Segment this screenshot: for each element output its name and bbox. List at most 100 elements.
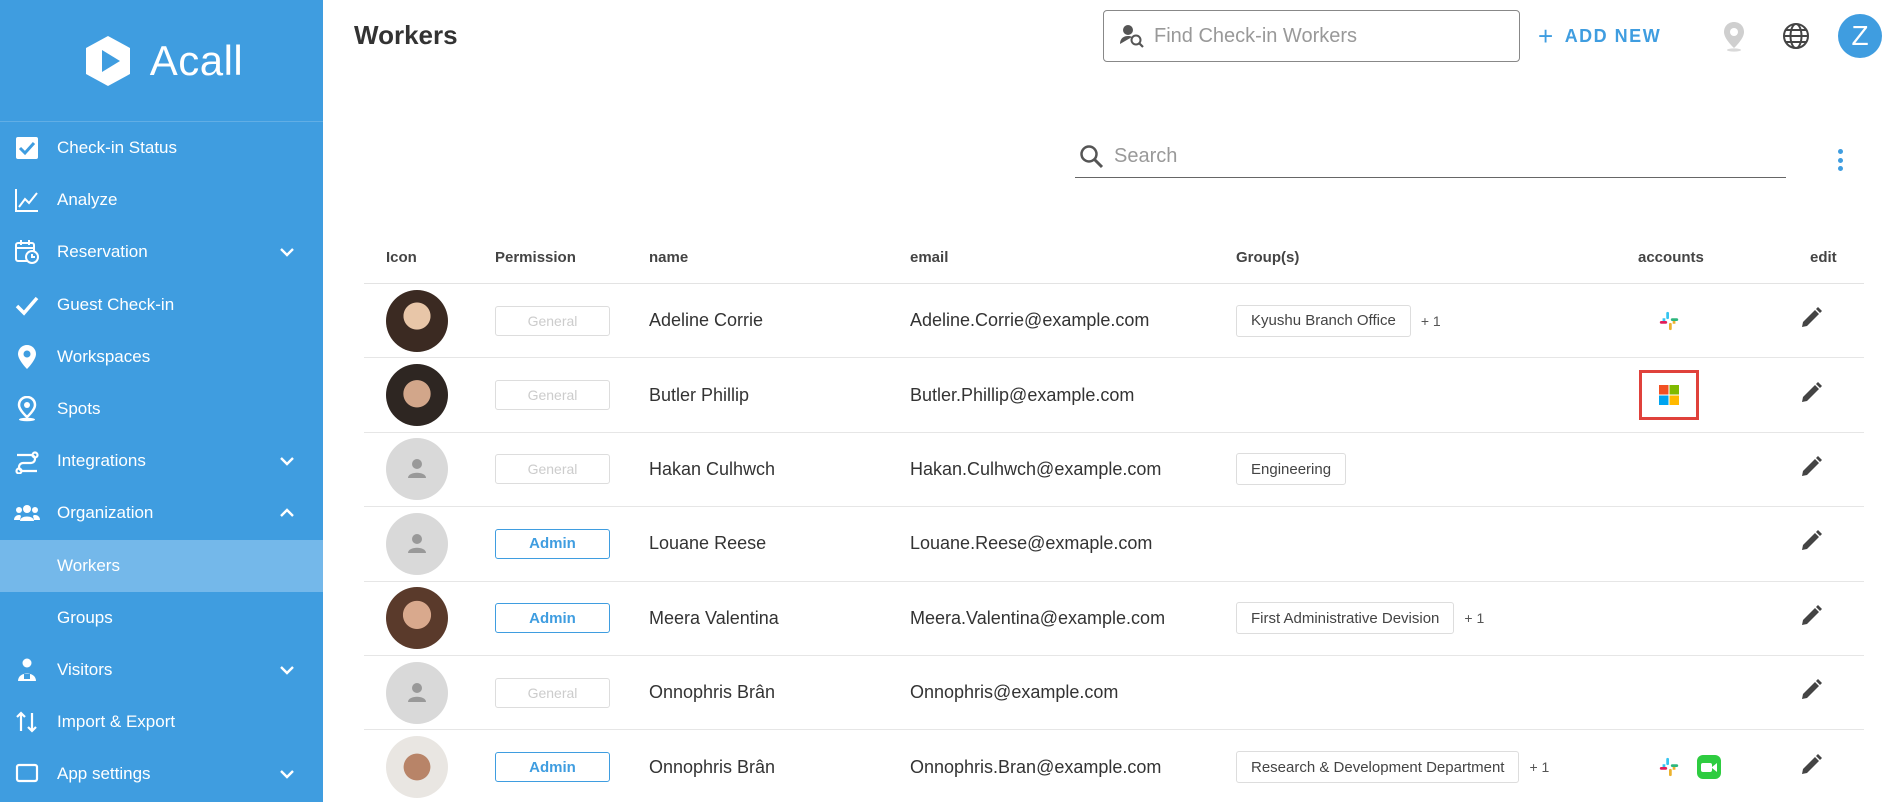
find-workers-input[interactable] bbox=[1154, 24, 1494, 48]
edit-button[interactable] bbox=[1778, 677, 1858, 708]
sidebar-item-app-settings[interactable]: App settings bbox=[0, 748, 323, 800]
group-chip[interactable]: Engineering bbox=[1236, 453, 1347, 486]
worker-name: Louane Reese bbox=[649, 533, 767, 554]
edit-button[interactable] bbox=[1778, 380, 1858, 411]
search-input[interactable] bbox=[1114, 145, 1754, 168]
icon-cell bbox=[364, 289, 493, 352]
find-workers-box[interactable] bbox=[1103, 10, 1520, 62]
group-chip[interactable]: First Administrative Devision bbox=[1236, 602, 1455, 635]
workers-table: Icon Permission name email Group(s) acco… bbox=[364, 232, 1864, 802]
add-new-button[interactable]: + ADD NEW bbox=[1538, 22, 1661, 50]
slack-icon bbox=[1656, 308, 1682, 334]
worker-name: Onnophris Brân bbox=[649, 682, 776, 703]
permission-cell: General bbox=[493, 380, 649, 411]
permission-badge: Admin bbox=[495, 603, 610, 634]
sidebar-item-organization[interactable]: Organization bbox=[0, 487, 323, 539]
worker-name: Butler Phillip bbox=[649, 384, 750, 405]
pencil-icon bbox=[1802, 381, 1822, 402]
table-row[interactable]: General Adeline Corrie Adeline.Corrie@exam… bbox=[364, 284, 1864, 359]
sidebar-item-reservation[interactable]: Reservation bbox=[0, 226, 323, 278]
group-chip[interactable]: Research & Development Department bbox=[1236, 751, 1520, 784]
person-placeholder-icon bbox=[408, 682, 426, 702]
permission-badge: General bbox=[495, 677, 610, 708]
sidebar-item-workers[interactable]: Workers bbox=[0, 539, 323, 592]
more-options-icon[interactable] bbox=[1830, 146, 1850, 174]
sidebar-item-groups[interactable]: Groups bbox=[0, 592, 323, 644]
col-name: name bbox=[649, 249, 689, 266]
sidebar-item-visitors[interactable]: Visitors bbox=[0, 644, 323, 696]
sidebar-item-workspaces[interactable]: Workspaces bbox=[0, 331, 323, 383]
permission-cell: Admin bbox=[493, 603, 649, 634]
sidebar-item-check-in-status[interactable]: Check-in Status bbox=[0, 122, 323, 174]
pencil-icon bbox=[1802, 530, 1822, 551]
worker-email: Adeline.Corrie@example.com bbox=[910, 310, 1150, 331]
icon-cell bbox=[364, 364, 493, 427]
worker-email: Onnophris@example.com bbox=[910, 682, 1119, 703]
sidebar-item-guest-check-in[interactable]: Guest Check-in bbox=[0, 279, 323, 331]
sidebar-nav: Check-in Status Analyze Reservation Guest C… bbox=[0, 122, 323, 800]
avatar bbox=[386, 364, 448, 427]
facetime-icon bbox=[1696, 754, 1722, 780]
app-name: Acall bbox=[149, 36, 244, 84]
page-title: Workers bbox=[354, 20, 458, 50]
visitor-icon bbox=[12, 655, 42, 685]
avatar bbox=[386, 661, 448, 724]
sidebar-item-analyze[interactable]: Analyze bbox=[0, 174, 323, 226]
edit-button[interactable] bbox=[1778, 603, 1858, 634]
add-new-label: ADD NEW bbox=[1564, 25, 1662, 46]
icon-cell bbox=[364, 661, 493, 724]
person-search-icon bbox=[1120, 25, 1144, 48]
worker-email: Hakan.Culhwch@example.com bbox=[910, 458, 1162, 479]
chevron-down-icon bbox=[280, 770, 294, 780]
worker-name: Hakan Culhwch bbox=[649, 458, 776, 479]
integration-icon bbox=[12, 446, 42, 476]
pencil-icon bbox=[1802, 455, 1822, 476]
permission-badge: General bbox=[495, 454, 610, 485]
permission-cell: Admin bbox=[493, 752, 649, 783]
sidebar-item-integrations[interactable]: Integrations bbox=[0, 435, 323, 487]
edit-button[interactable] bbox=[1778, 528, 1858, 559]
sidebar-item-label: Integrations bbox=[57, 451, 146, 471]
chevron-down-icon bbox=[280, 666, 294, 675]
acall-logo-icon bbox=[85, 35, 130, 86]
location-pin-icon bbox=[12, 342, 42, 372]
table-row[interactable]: General Butler Phillip Butler.Phillip@exam… bbox=[364, 358, 1864, 433]
search-bar[interactable] bbox=[1075, 136, 1786, 178]
user-avatar[interactable]: Z bbox=[1838, 14, 1882, 58]
sidebar-item-label: App settings bbox=[57, 764, 151, 784]
edit-button[interactable] bbox=[1778, 752, 1858, 783]
sidebar-item-import-export[interactable]: Import & Export bbox=[0, 696, 323, 748]
groups-cell: First Administrative Devision + 1 bbox=[1228, 602, 1638, 635]
table-row[interactable]: General Onnophris Brân Onnophris@example.c… bbox=[364, 656, 1864, 731]
permission-cell: General bbox=[493, 454, 649, 485]
pencil-icon bbox=[1802, 307, 1822, 328]
more-groups-count[interactable]: + 1 bbox=[1529, 759, 1549, 775]
table-row[interactable]: Admin Onnophris Brân Onnophris.Bran@exampl… bbox=[364, 730, 1864, 802]
group-chip[interactable]: Kyushu Branch Office bbox=[1236, 304, 1411, 337]
spot-pin-icon bbox=[12, 394, 42, 424]
logo[interactable]: Acall bbox=[0, 0, 323, 122]
worker-email: Louane.Reese@exmaple.com bbox=[910, 533, 1153, 554]
col-groups: Group(s) bbox=[1236, 249, 1300, 266]
globe-icon[interactable] bbox=[1778, 18, 1814, 54]
table-header: Icon Permission name email Group(s) acco… bbox=[364, 232, 1864, 284]
avatar bbox=[386, 512, 448, 575]
sidebar-item-label: Check-in Status bbox=[57, 138, 177, 158]
accounts-cell bbox=[1638, 754, 1778, 780]
table-row[interactable]: Admin Louane Reese Louane.Reese@exmaple.co… bbox=[364, 507, 1864, 582]
sidebar-item-spots[interactable]: Spots bbox=[0, 383, 323, 435]
chevron-up-icon bbox=[280, 508, 294, 518]
edit-button[interactable] bbox=[1778, 454, 1858, 485]
sidebar: Acall Check-in Status Analyze Reservation G… bbox=[0, 0, 323, 802]
table-row[interactable]: Admin Meera Valentina Meera.Valentina@exam… bbox=[364, 582, 1864, 656]
permission-cell: Admin bbox=[493, 528, 649, 559]
table-row[interactable]: General Hakan Culhwch Hakan.Culhwch@exampl… bbox=[364, 433, 1864, 508]
location-icon[interactable] bbox=[1716, 18, 1752, 54]
edit-button[interactable] bbox=[1778, 305, 1858, 336]
more-groups-count[interactable]: + 1 bbox=[1464, 610, 1484, 626]
col-permission: Permission bbox=[495, 249, 576, 266]
pencil-icon bbox=[1802, 753, 1822, 774]
permission-badge: Admin bbox=[495, 528, 610, 559]
icon-cell bbox=[364, 587, 493, 650]
more-groups-count[interactable]: + 1 bbox=[1421, 313, 1441, 329]
